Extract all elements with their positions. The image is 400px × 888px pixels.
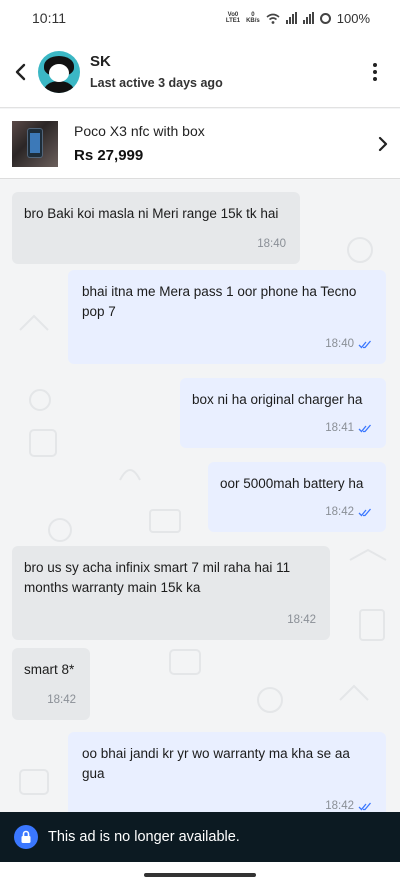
message-meta: 18:42 [24,690,76,710]
wifi-icon [266,13,280,24]
message-incoming[interactable]: bro us sy acha infinix smart 7 mil raha … [12,546,330,640]
message-text: oor 5000mah battery ha [220,476,364,491]
message-list[interactable]: bro Baki koi masla ni Meri range 15k tk … [0,180,400,812]
volte-indicator: Vo0 LTE1 [225,12,241,24]
more-vertical-icon [373,62,377,67]
double-tick-icon [358,508,371,516]
message-text: bro us sy acha infinix smart 7 mil raha … [24,560,291,595]
back-arrow-icon [15,63,26,80]
double-tick-icon [358,424,371,432]
contact-info[interactable]: SK Last active 3 days ago [90,53,360,90]
ad-details: Poco X3 nfc with box Rs 27,999 [74,123,366,164]
message-text: bro Baki koi masla ni Meri range 15k tk … [24,206,279,221]
message-time: 18:41 [325,422,354,434]
chevron-right-icon [378,136,388,151]
message-meta: 18:40 [24,234,286,254]
message-meta: 18:42 [220,502,372,522]
status-icons: Vo0 LTE1 0 KB/s 100% [226,11,370,26]
lock-icon [14,825,38,849]
message-text: smart 8* [24,662,75,677]
message-outgoing[interactable]: oo bhai jandi kr yr wo warranty ma kha s… [68,732,386,812]
chat-header: SK Last active 3 days ago [0,36,400,108]
message-time: 18:40 [257,238,286,250]
message-incoming[interactable]: bro Baki koi masla ni Meri range 15k tk … [12,192,300,264]
message-time: 18:42 [325,800,354,812]
message-meta: 18:41 [192,418,372,438]
battery-percent: 100% [336,10,370,26]
message-text: bhai itna me Mera pass 1 oor phone ha Te… [82,284,357,319]
more-options-button[interactable] [360,52,390,92]
message-meta: 18:40 [82,334,372,354]
message-time: 18:42 [47,694,76,706]
banner-text: This ad is no longer available. [48,829,240,845]
signal-icon-2 [302,12,314,24]
ad-thumbnail [12,120,58,167]
double-tick-icon [358,802,371,810]
message-time: 18:42 [287,614,316,626]
message-time: 18:42 [325,506,354,518]
signal-icon [285,12,297,24]
message-text: box ni ha original charger ha [192,392,363,407]
ad-summary[interactable]: Poco X3 nfc with box Rs 27,999 [0,109,400,179]
contact-name: SK [90,53,111,70]
message-text: oo bhai jandi kr yr wo warranty ma kha s… [82,746,350,781]
battery-icon [319,12,331,24]
status-time: 10:11 [32,10,66,26]
message-meta: 18:42 [82,796,372,812]
last-active-status: Last active 3 days ago [90,76,223,90]
network-speed: 0 KB/s [246,12,260,24]
ad-title: Poco X3 nfc with box [74,123,205,139]
ad-unavailable-banner: This ad is no longer available. [0,812,400,862]
system-nav-bar [0,862,400,888]
ad-open-button[interactable] [366,136,400,152]
message-outgoing[interactable]: oor 5000mah battery ha 18:42 [208,462,386,532]
message-outgoing[interactable]: bhai itna me Mera pass 1 oor phone ha Te… [68,270,386,364]
message-time: 18:40 [325,338,354,350]
home-gesture-bar[interactable] [144,873,256,877]
back-button[interactable] [0,36,40,108]
ad-price: Rs 27,999 [74,147,144,164]
message-outgoing[interactable]: box ni ha original charger ha 18:41 [180,378,386,448]
avatar[interactable] [38,50,80,93]
message-incoming[interactable]: smart 8* 18:42 [12,648,90,720]
message-meta: 18:42 [24,610,316,630]
double-tick-icon [358,340,371,348]
status-bar: 10:11 Vo0 LTE1 0 KB/s 100% [0,0,400,36]
